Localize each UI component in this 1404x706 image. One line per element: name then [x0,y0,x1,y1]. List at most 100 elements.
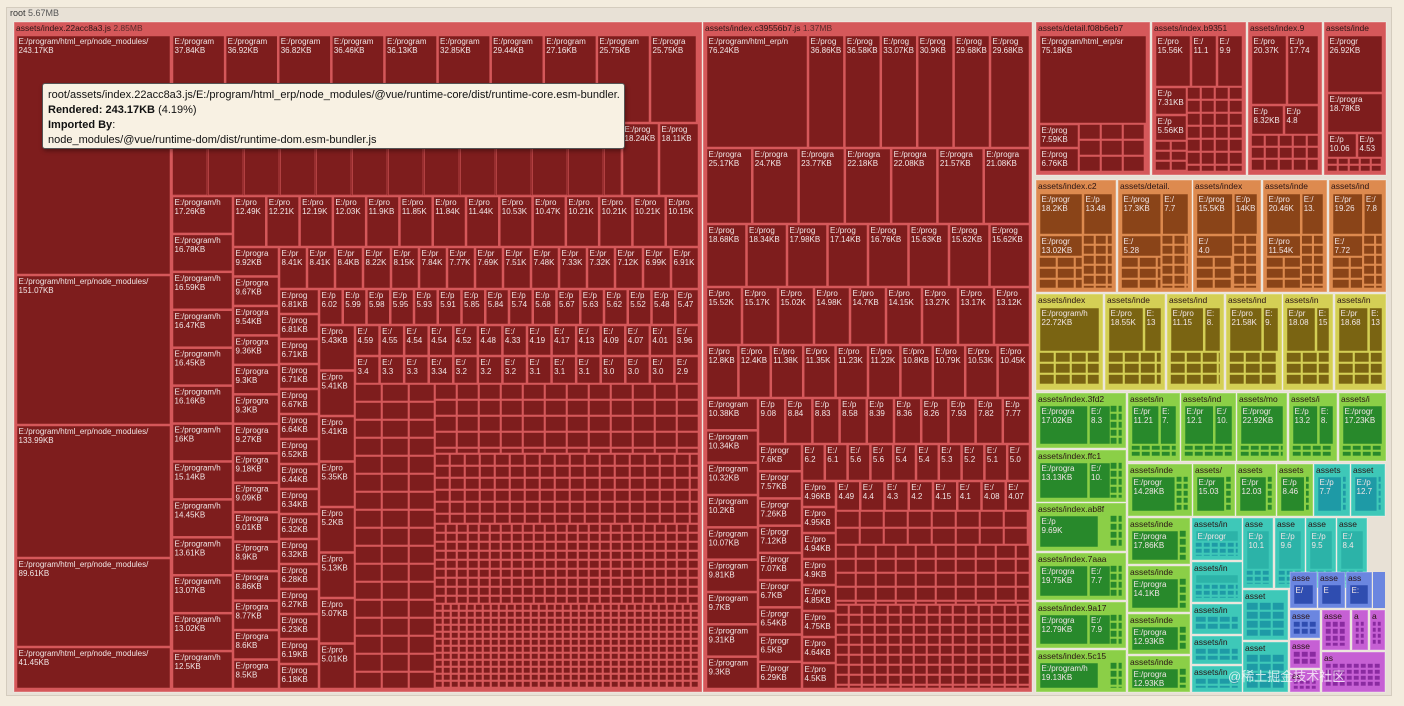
module-tile[interactable] [589,432,611,448]
module-tile[interactable] [927,605,940,615]
module-tile[interactable] [595,653,603,660]
bundle-tile[interactable] [1351,609,1369,651]
module-tile[interactable] [1183,476,1189,483]
module-tile[interactable] [643,604,651,611]
module-tile[interactable] [443,618,451,625]
module-tile[interactable] [1251,147,1265,159]
module-tile[interactable] [690,514,699,524]
module-tile[interactable] [468,560,479,569]
module-tile[interactable] [1055,374,1071,385]
module-tile[interactable] [611,560,622,569]
module-tile[interactable] [627,681,635,688]
module-tile[interactable] [465,466,480,478]
module-tile[interactable] [1201,87,1215,100]
module-tile[interactable] [460,145,496,196]
module-tile[interactable] [1110,494,1118,499]
module-tile[interactable] [435,596,446,604]
module-tile[interactable] [1229,87,1243,100]
module-tile[interactable] [490,587,501,596]
module-tile[interactable] [428,355,454,385]
module-tile[interactable] [1350,257,1363,268]
module-tile[interactable] [278,563,320,590]
module-tile[interactable] [1355,621,1360,627]
module-tile[interactable] [666,551,677,560]
module-tile[interactable] [523,639,531,646]
module-tile[interactable] [525,478,540,490]
module-tile[interactable] [1368,306,1384,353]
module-tile[interactable] [539,653,547,660]
module-tile[interactable] [643,625,651,632]
module-tile[interactable] [1018,665,1030,675]
module-tile[interactable] [379,324,405,357]
module-tile[interactable] [512,533,523,542]
module-tile[interactable] [757,498,803,526]
module-tile[interactable] [1372,633,1377,639]
module-tile[interactable] [539,632,547,639]
module-tile[interactable] [232,570,280,601]
module-tile[interactable] [1107,255,1113,265]
module-tile[interactable] [1261,352,1277,363]
module-tile[interactable] [1215,87,1229,100]
module-tile[interactable] [495,454,510,466]
module-tile[interactable] [1338,374,1354,385]
module-tile[interactable] [603,674,611,681]
module-tile[interactable] [555,514,570,524]
module-tile[interactable] [388,145,424,196]
module-tile[interactable] [1214,404,1234,446]
module-tile[interactable] [1378,504,1382,511]
module-tile[interactable] [1313,255,1324,265]
module-tile[interactable] [600,490,615,502]
module-tile[interactable] [705,286,743,346]
module-tile[interactable] [966,655,979,665]
bundle-group[interactable]: assets/indeE:/progra12.93KB [1127,613,1191,655]
module-tile[interactable] [278,613,320,640]
module-tile[interactable] [1161,275,1173,285]
module-tile[interactable] [1352,445,1362,451]
module-tile[interactable] [1176,476,1183,483]
module-tile[interactable] [502,324,528,357]
module-tile[interactable] [1375,255,1383,265]
module-tile[interactable] [1219,685,1231,689]
module-tile[interactable] [589,416,611,432]
module-tile[interactable] [875,625,888,635]
module-tile[interactable] [1179,578,1187,586]
module-tile[interactable] [862,645,875,655]
module-tile[interactable] [953,635,966,645]
module-tile[interactable] [1375,285,1383,289]
module-tile[interactable] [1277,529,1303,571]
module-tile[interactable] [1293,621,1301,628]
module-tile[interactable] [1079,140,1101,156]
module-tile[interactable] [1155,161,1171,171]
bundle-group[interactable]: assets/inE:/progr [1191,517,1243,561]
module-tile[interactable] [232,335,280,366]
module-tile[interactable] [446,560,457,569]
module-tile[interactable] [627,660,635,667]
module-tile[interactable] [499,625,507,632]
module-tile[interactable] [691,646,699,653]
module-tile[interactable] [914,635,927,645]
module-tile[interactable] [1187,100,1201,113]
module-tile[interactable] [1195,616,1207,623]
module-tile[interactable] [499,653,507,660]
module-tile[interactable] [940,615,953,625]
module-tile[interactable] [675,653,683,660]
module-tile[interactable] [15,34,172,276]
module-tile[interactable] [827,223,869,288]
module-tile[interactable] [1187,139,1201,152]
module-tile[interactable] [627,653,635,660]
module-tile[interactable] [901,685,914,689]
module-tile[interactable] [1118,581,1123,589]
module-tile[interactable] [1259,602,1272,611]
module-tile[interactable] [1224,451,1233,457]
module-tile[interactable] [619,667,627,674]
module-tile[interactable] [705,344,739,399]
module-tile[interactable] [1331,234,1364,258]
module-tile[interactable] [382,600,409,618]
module-tile[interactable] [705,34,809,149]
module-tile[interactable] [510,478,525,490]
module-tile[interactable] [635,625,643,632]
module-tile[interactable] [1161,255,1173,265]
module-tile[interactable] [801,636,837,664]
module-tile[interactable] [523,400,545,416]
module-tile[interactable] [480,478,495,490]
